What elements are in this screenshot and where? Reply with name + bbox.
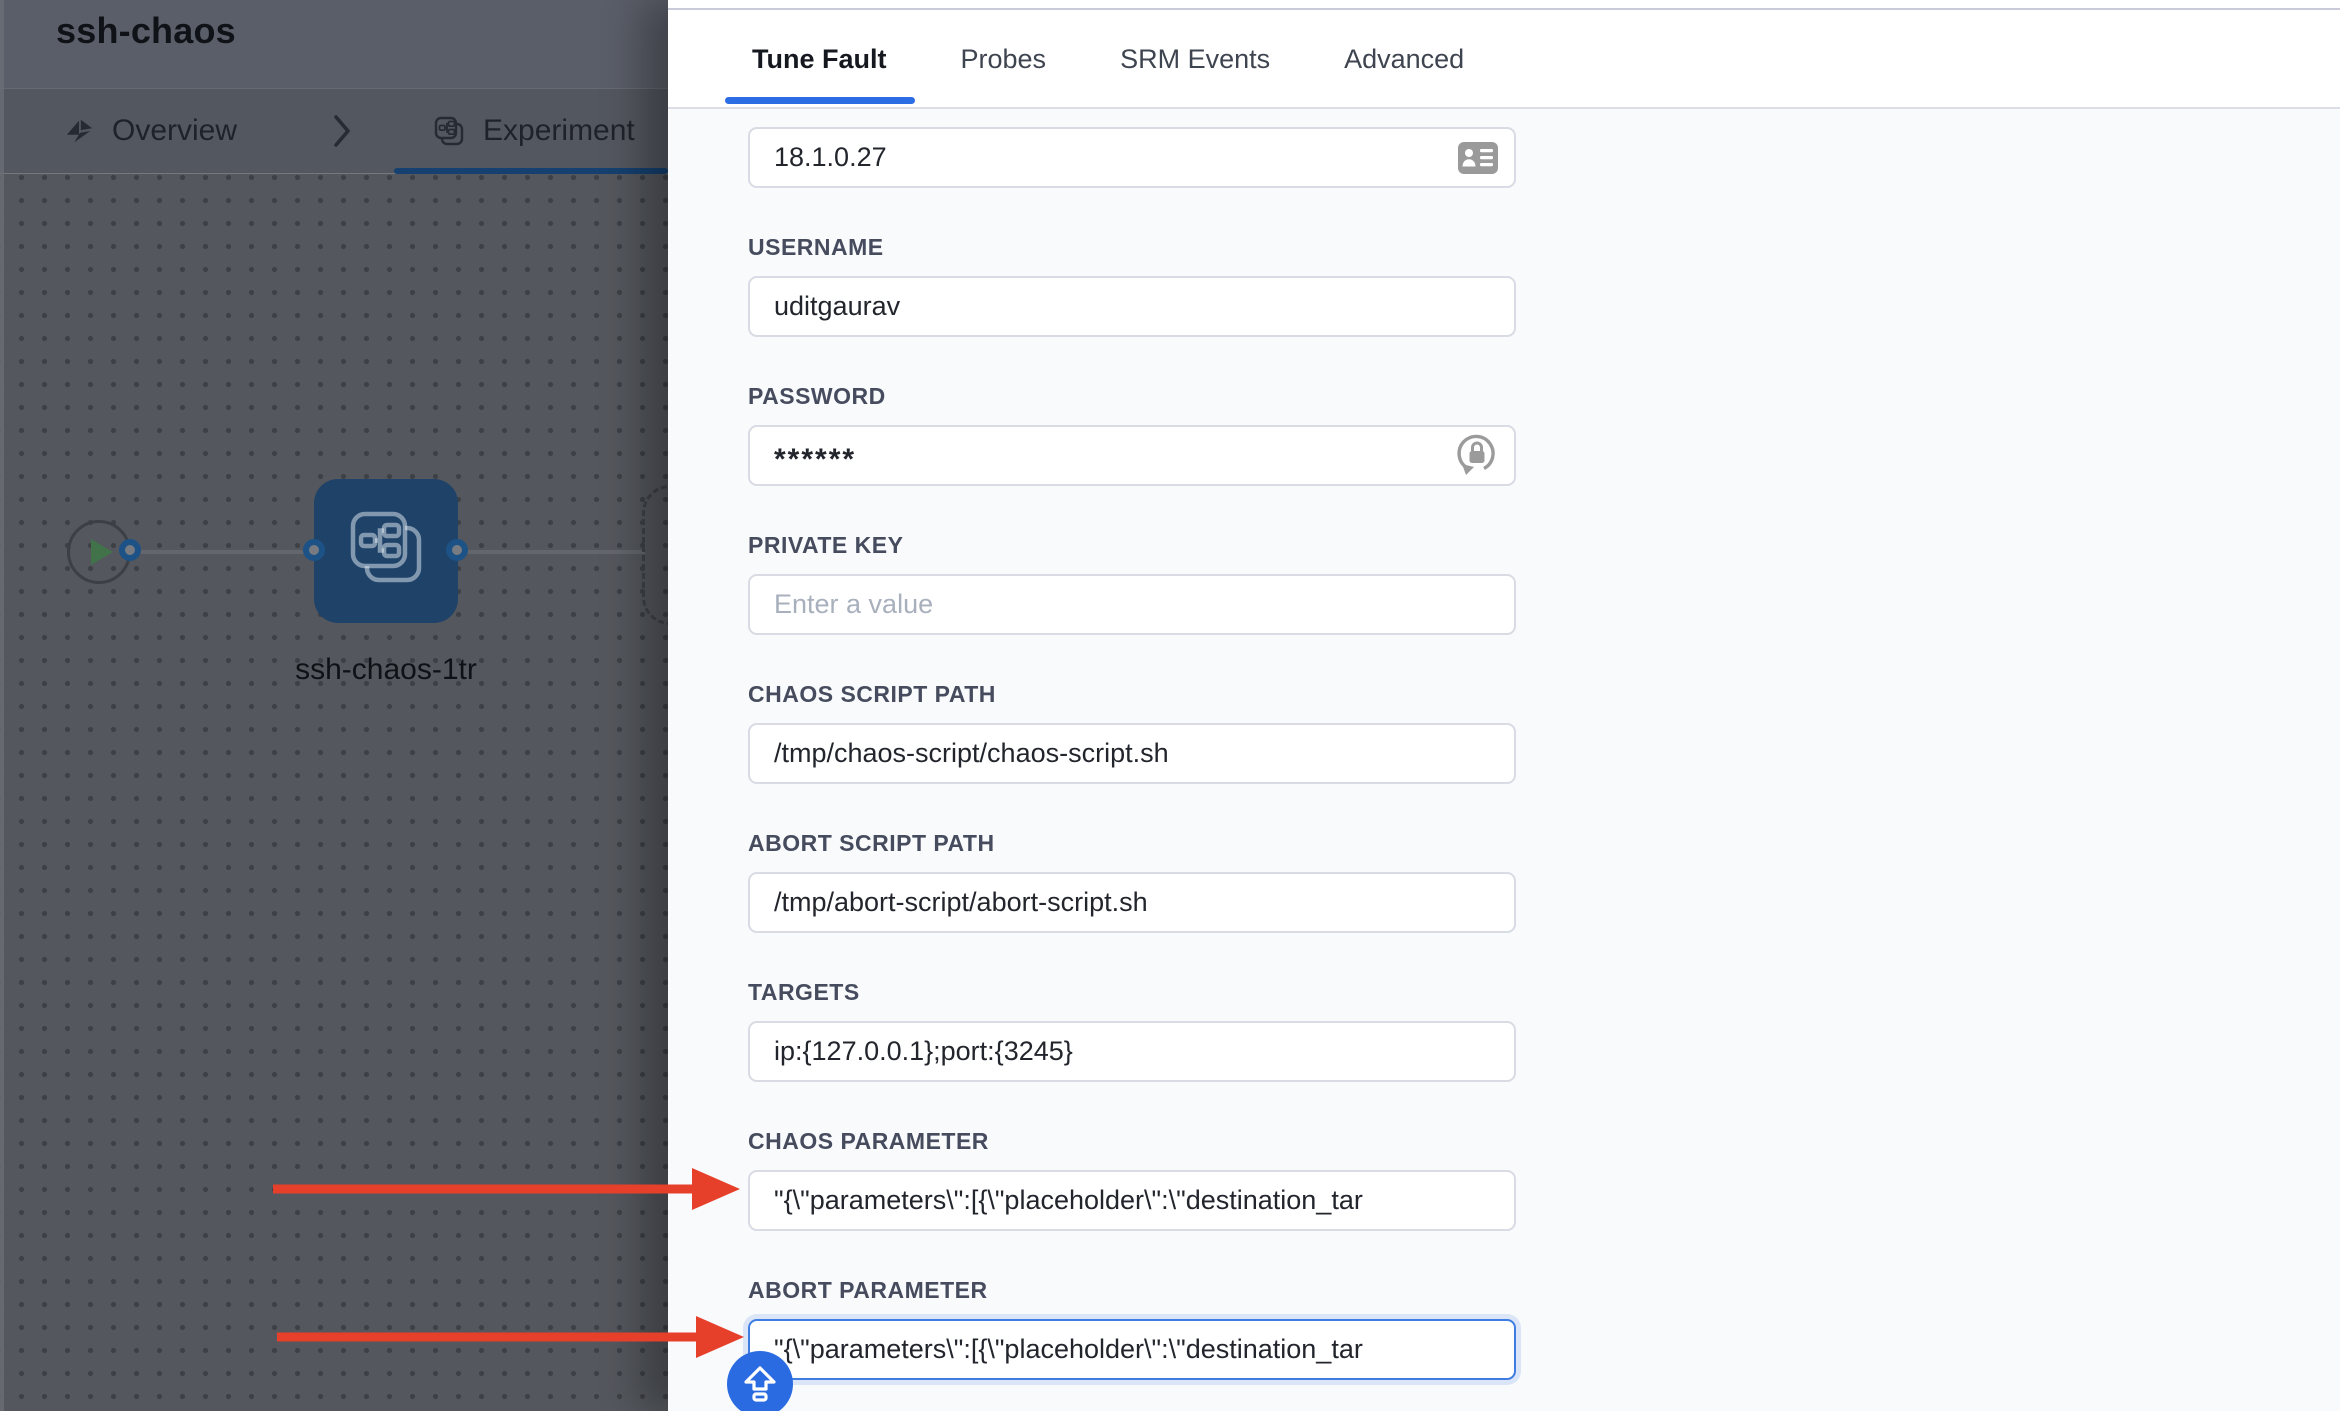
chaos-parameter-input[interactable] — [748, 1170, 1516, 1231]
fault-node-ssh-chaos[interactable] — [314, 479, 458, 623]
breadcrumb-experiment-label: Experiment — [483, 114, 635, 148]
play-icon — [89, 537, 115, 567]
abort-parameter-label: ABORT PARAMETER — [748, 1277, 1516, 1303]
node-label: ssh-chaos-1tr — [234, 653, 538, 687]
tune-fault-drawer: Tune Fault Probes SRM Events Advanced — [668, 0, 2340, 1411]
abort-parameter-field-wrap — [748, 1319, 1516, 1380]
tab-srm-events[interactable]: SRM Events — [1120, 44, 1270, 75]
username-field-wrap — [748, 276, 1516, 337]
port-circle[interactable] — [303, 539, 325, 561]
chaos-parameter-field-wrap — [748, 1170, 1516, 1231]
drawer-tabstrip: Tune Fault Probes SRM Events Advanced — [668, 0, 2340, 109]
breadcrumb-overview-label: Overview — [112, 114, 237, 148]
abort-script-path-field-wrap — [748, 872, 1516, 933]
tab-active-underline — [725, 97, 915, 104]
id-card-icon[interactable] — [1456, 140, 1500, 176]
ip-field-wrap — [748, 127, 1516, 188]
chaos-script-path-label: CHAOS SCRIPT PATH — [748, 681, 1516, 707]
private-key-label: PRIVATE KEY — [748, 532, 1516, 558]
port-circle[interactable] — [119, 539, 141, 561]
breadcrumb-item-overview[interactable]: Overview — [64, 114, 237, 148]
abort-script-path-input[interactable] — [748, 872, 1516, 933]
red-arrow-chaos-parameter — [268, 1157, 748, 1226]
ip-input[interactable] — [748, 127, 1516, 188]
targets-field-wrap — [748, 1021, 1516, 1082]
page-title: ssh-chaos — [56, 10, 236, 52]
active-breadcrumb-underline — [394, 168, 668, 174]
password-field-wrap — [748, 425, 1516, 486]
chaos-node-icon — [341, 502, 431, 592]
connector-line — [455, 550, 645, 554]
experiment-icon — [433, 115, 465, 147]
fault-form: USERNAME PASSWORD — [748, 111, 1516, 1380]
secret-rotate-lock-icon[interactable] — [1454, 431, 1500, 481]
tab-tune-fault[interactable]: Tune Fault — [752, 44, 887, 75]
targets-input[interactable] — [748, 1021, 1516, 1082]
tab-advanced[interactable]: Advanced — [1344, 44, 1464, 75]
red-arrow-abort-parameter — [272, 1305, 752, 1374]
overview-icon — [64, 116, 94, 146]
username-label: USERNAME — [748, 234, 1516, 260]
chaos-parameter-label: CHAOS PARAMETER — [748, 1128, 1516, 1154]
targets-label: TARGETS — [748, 979, 1516, 1005]
port-circle[interactable] — [446, 539, 468, 561]
password-input[interactable] — [748, 425, 1516, 486]
tab-probes[interactable]: Probes — [961, 44, 1047, 75]
breadcrumb-item-experiment[interactable]: Experiment — [433, 114, 635, 148]
password-label: PASSWORD — [748, 383, 1516, 409]
app-screen: ssh-chaos Overview — [0, 0, 2340, 1411]
chaos-script-path-field-wrap — [748, 723, 1516, 784]
abort-script-path-label: ABORT SCRIPT PATH — [748, 830, 1516, 856]
abort-parameter-input[interactable] — [748, 1319, 1516, 1380]
username-input[interactable] — [748, 276, 1516, 337]
left-edge-divider — [0, 0, 4, 1411]
connector-line — [130, 550, 316, 554]
chevron-right-icon — [331, 112, 353, 150]
private-key-input[interactable] — [748, 574, 1516, 635]
private-key-field-wrap — [748, 574, 1516, 635]
chaos-script-path-input[interactable] — [748, 723, 1516, 784]
